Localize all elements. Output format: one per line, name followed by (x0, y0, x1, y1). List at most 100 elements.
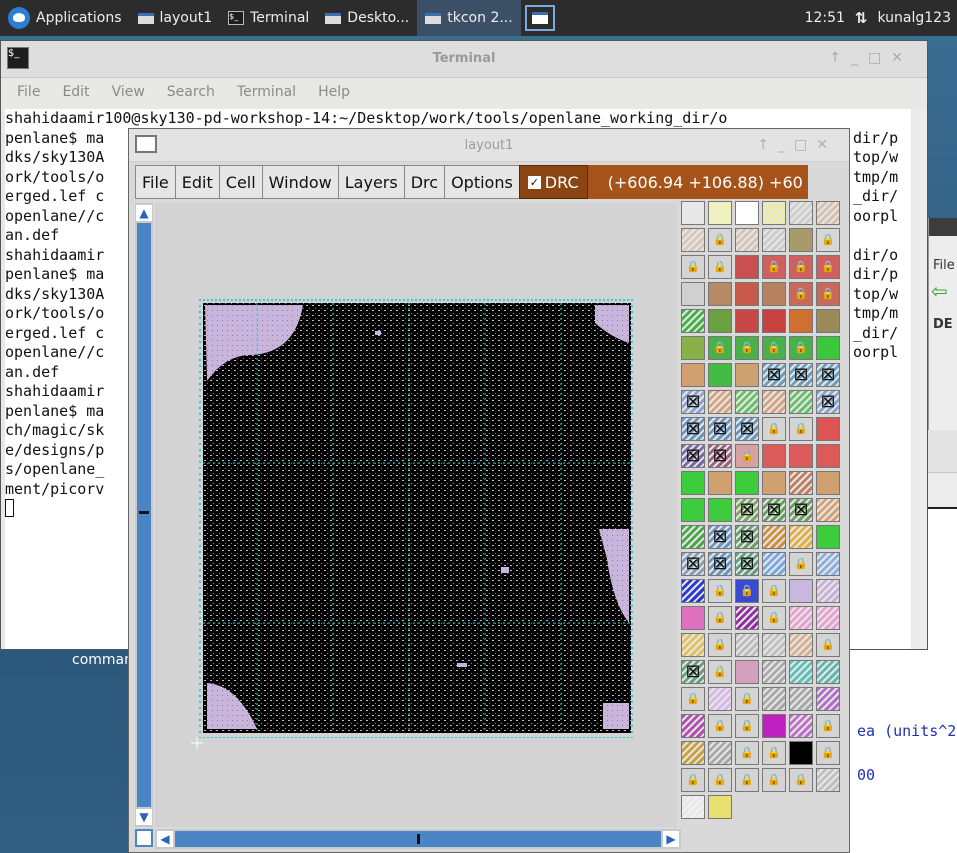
cross-layer-icon[interactable]: ⊠ (735, 525, 759, 549)
cross-layer-icon[interactable]: ⊠ (816, 390, 840, 414)
cross-layer-icon[interactable]: ⊠ (708, 444, 732, 468)
green-dots-layer-icon[interactable] (681, 309, 705, 333)
yellow-hatch-layer-icon[interactable] (762, 201, 786, 225)
menu-layers[interactable]: Layers (337, 165, 404, 199)
taskbar-item-desktop[interactable]: Deskto... (317, 0, 417, 36)
scroll-down-icon[interactable]: ▼ (136, 809, 152, 825)
layout-titlebar[interactable]: layout1 ↑_□✕ (129, 129, 849, 162)
tan-layer-icon[interactable] (681, 363, 705, 387)
layout-window[interactable]: layout1 ↑_□✕ File Edit Cell Window Layer… (128, 128, 850, 853)
dark-hatch-layer-icon[interactable] (762, 687, 786, 711)
white-dots-layer-icon[interactable] (681, 795, 705, 819)
black-layer-icon[interactable] (789, 741, 813, 765)
tan-layer-icon[interactable] (708, 471, 732, 495)
tan-layer-icon[interactable] (816, 471, 840, 495)
lock-icon[interactable] (816, 228, 840, 252)
cross-layer-icon[interactable]: ⊠ (681, 660, 705, 684)
applications-menu[interactable]: Applications (0, 0, 130, 36)
lock-icon[interactable] (708, 714, 732, 738)
yellow-pattern-layer-icon[interactable] (681, 741, 705, 765)
cross-layer-icon[interactable]: ⊠ (762, 498, 786, 522)
menu-help[interactable]: Help (318, 84, 350, 100)
lock-icon[interactable] (762, 417, 786, 441)
gray-layer-icon[interactable] (681, 282, 705, 306)
window-controls[interactable]: ↑_□✕ (757, 137, 837, 153)
lock-icon[interactable] (789, 255, 813, 279)
lock-icon[interactable] (789, 417, 813, 441)
green-layer-icon[interactable] (708, 309, 732, 333)
menu-options[interactable]: Options (444, 165, 519, 199)
lock-icon[interactable] (681, 687, 705, 711)
terminal-titlebar[interactable]: $_ Terminal ↑_□✕ (1, 41, 927, 78)
yellow-outline-layer-icon[interactable] (708, 201, 732, 225)
dark-hatch-layer-icon[interactable] (762, 660, 786, 684)
purple-hatch-layer-icon[interactable] (681, 714, 705, 738)
lock-icon[interactable] (735, 714, 759, 738)
gray-pattern-layer-icon[interactable] (762, 633, 786, 657)
tan-hatch-layer-icon[interactable] (816, 498, 840, 522)
lock-icon[interactable] (708, 255, 732, 279)
cross-layer-icon[interactable]: ⊠ (762, 363, 786, 387)
window-controls[interactable]: ↑_□✕ (829, 50, 913, 66)
cross-layer-icon[interactable]: ⊠ (708, 417, 732, 441)
lock-icon[interactable] (762, 741, 786, 765)
green-layer-icon[interactable] (816, 525, 840, 549)
scroll-right-icon[interactable]: ▶ (663, 831, 679, 847)
brown-hatch-layer-icon[interactable] (735, 228, 759, 252)
cross-layer-icon[interactable]: ⊠ (681, 417, 705, 441)
lock-icon[interactable] (735, 444, 759, 468)
lock-icon[interactable] (708, 768, 732, 792)
user-label[interactable]: kunalg123 (878, 10, 952, 26)
zoom-box-icon[interactable] (135, 829, 153, 847)
teal-hatch-layer-icon[interactable] (816, 660, 840, 684)
green-hatch-layer-icon[interactable] (681, 525, 705, 549)
menu-view[interactable]: View (112, 84, 145, 100)
terminal-scrollbar[interactable] (913, 109, 927, 649)
tan-layer-icon[interactable] (762, 471, 786, 495)
gray-lines-layer-icon[interactable] (708, 741, 732, 765)
red-layer-icon[interactable] (735, 255, 759, 279)
pink-layer-icon[interactable] (681, 606, 705, 630)
layout-canvas[interactable] (155, 203, 677, 827)
lock-icon[interactable] (816, 282, 840, 306)
drc-toggle[interactable]: ✓ DRC (518, 165, 588, 199)
red-layer-icon[interactable] (762, 309, 786, 333)
menu-file-fragment[interactable]: File (929, 236, 957, 273)
lock-icon[interactable] (762, 336, 786, 360)
dark-hatch-layer-icon[interactable] (789, 687, 813, 711)
tan-layer-icon[interactable] (735, 363, 759, 387)
lock-icon[interactable] (816, 714, 840, 738)
lock-icon[interactable] (735, 579, 759, 603)
teal-hatch-layer-icon[interactable] (789, 660, 813, 684)
green-layer-icon[interactable] (681, 498, 705, 522)
menu-terminal[interactable]: Terminal (237, 84, 296, 100)
brown-hatch-layer-icon[interactable] (816, 201, 840, 225)
purple-dots-layer-icon[interactable] (708, 687, 732, 711)
lock-icon[interactable] (708, 660, 732, 684)
lock-icon[interactable] (735, 741, 759, 765)
green-layer-icon[interactable] (681, 471, 705, 495)
tan-dots-layer-icon[interactable] (762, 390, 786, 414)
green-layer-icon[interactable] (708, 363, 732, 387)
green-layer-icon[interactable] (816, 336, 840, 360)
menu-search[interactable]: Search (167, 84, 215, 100)
dark-hatch-layer-icon[interactable] (816, 768, 840, 792)
lock-icon[interactable] (681, 768, 705, 792)
orange-layer-icon[interactable] (789, 309, 813, 333)
yellow-pattern-layer-icon[interactable] (681, 633, 705, 657)
red-layer-icon[interactable] (735, 309, 759, 333)
lock-icon[interactable] (708, 228, 732, 252)
cross-layer-icon[interactable]: ⊠ (789, 363, 813, 387)
workspace-switcher[interactable] (524, 5, 555, 31)
lock-icon[interactable] (735, 687, 759, 711)
red-layer-icon[interactable] (735, 282, 759, 306)
dark-hatch-layer-icon[interactable] (789, 201, 813, 225)
brown-hatch-layer-icon[interactable] (789, 471, 813, 495)
drc-checkbox[interactable]: ✓ (527, 175, 541, 189)
vertical-scrollbar[interactable]: ▲ ▼ (135, 203, 153, 827)
grid-swatch-layer-icon[interactable] (681, 201, 705, 225)
lavender-layer-icon[interactable] (789, 579, 813, 603)
cross-layer-icon[interactable]: ⊠ (708, 525, 732, 549)
scroll-up-icon[interactable]: ▲ (136, 205, 152, 221)
menu-window[interactable]: Window (261, 165, 338, 199)
